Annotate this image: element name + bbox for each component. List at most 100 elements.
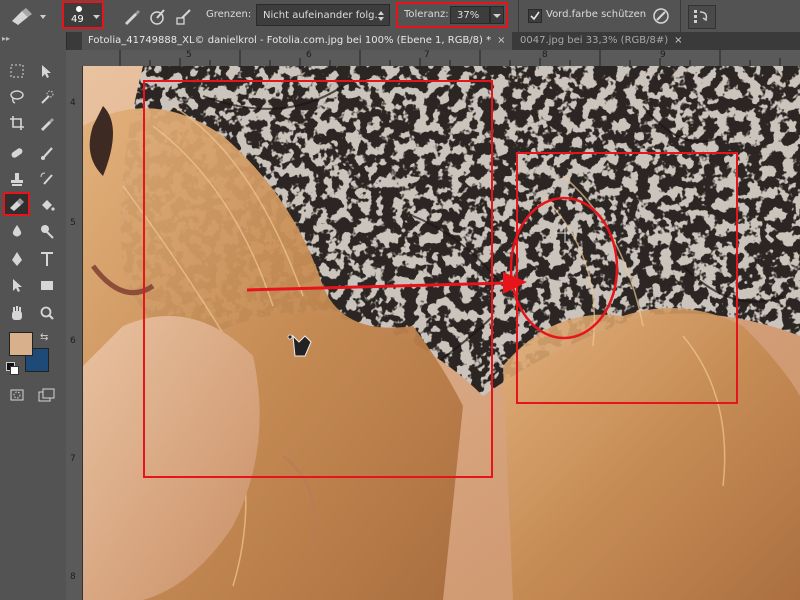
close-icon[interactable]: × (497, 35, 505, 46)
tool-preset-picker[interactable] (8, 5, 48, 27)
screen-mode-icon (38, 388, 55, 402)
bandage-icon (11, 148, 23, 158)
path-select-icon (13, 279, 22, 292)
zoom-tool[interactable] (35, 302, 59, 324)
horizontal-ruler: 5 6 7 8 9 (66, 50, 800, 67)
ruler-h-label: 9 (660, 50, 666, 60)
lasso-icon (10, 90, 24, 104)
pen-tool[interactable] (5, 248, 29, 270)
limits-label: Grenzen: (206, 9, 252, 20)
dodge-icon (41, 225, 54, 239)
screen-mode-button[interactable] (35, 384, 59, 406)
crop-icon (10, 116, 24, 130)
eyedropper-icon (41, 118, 54, 131)
tolerance-value: 37% (457, 9, 480, 21)
close-icon[interactable]: × (674, 35, 682, 46)
tab-label: 0047.jpg bei 33,3% (RGB/8#) (520, 35, 669, 46)
healing-brush-tool[interactable] (5, 142, 29, 164)
limits-value: Nicht aufeinander folg. (263, 9, 378, 21)
background-eraser-icon (9, 198, 24, 211)
toolbar-collapse[interactable]: ▸▸ (2, 34, 10, 43)
checkmark-icon (530, 11, 540, 21)
divider (518, 0, 519, 32)
vertical-ruler: 4 5 6 7 8 (66, 66, 83, 600)
eyedropper-background-icon (176, 9, 191, 25)
rectangle-tool[interactable] (35, 274, 59, 296)
blur-drop-icon (12, 225, 22, 237)
protect-foreground-label: Vord.farbe schützen (546, 9, 647, 20)
crop-tool[interactable] (5, 112, 29, 134)
history-icon (694, 10, 708, 23)
tolerance-input[interactable]: 37% (450, 6, 490, 24)
detail-target-box (516, 152, 738, 404)
type-icon (41, 252, 53, 266)
sampling-once-button[interactable] (148, 6, 168, 26)
pressure-size-button[interactable] (650, 5, 672, 27)
ruler-h-label: 6 (306, 50, 312, 60)
stamp-icon (11, 173, 23, 186)
type-tool[interactable] (35, 248, 59, 270)
options-bar: 49 Grenzen: Nicht aufeinander folg. Tole… (0, 0, 800, 33)
tolerance-slider-button[interactable] (490, 6, 504, 24)
ruler-v-label: 8 (70, 572, 76, 582)
quick-mask-icon (10, 389, 24, 401)
divider (680, 0, 681, 32)
history-panel-button[interactable] (688, 5, 716, 29)
sampling-background-button[interactable] (174, 6, 194, 26)
zoom-detail-box (143, 80, 493, 478)
sampling-continuous-button[interactable] (122, 6, 142, 26)
brush-dot-icon (76, 6, 82, 12)
chevron-down-icon (493, 14, 501, 18)
limits-dropdown[interactable]: Nicht aufeinander folg. (256, 4, 390, 26)
default-colors-icon[interactable] (6, 362, 19, 375)
protect-foreground-checkbox[interactable] (528, 9, 542, 23)
pen-icon (12, 252, 22, 266)
quick-mask-button[interactable] (5, 384, 29, 406)
brush-size-picker[interactable]: 49 (62, 1, 104, 29)
ruler-v-label: 5 (70, 218, 76, 228)
clone-stamp-tool[interactable] (5, 168, 29, 190)
path-selection-tool[interactable] (5, 274, 29, 296)
document-canvas[interactable] (83, 66, 800, 600)
ruler-ticks (119, 50, 781, 66)
hand-icon (12, 306, 22, 320)
tab-second-document[interactable]: 0047.jpg bei 33,3% (RGB/8#) × (514, 32, 694, 50)
blur-tool[interactable] (5, 220, 29, 242)
dodge-tool[interactable] (35, 220, 59, 242)
swap-colors-icon[interactable]: ⇆ (40, 332, 48, 343)
move-tool[interactable] (35, 60, 59, 82)
tablet-pressure-icon (653, 8, 669, 24)
hand-tool[interactable] (5, 302, 29, 324)
ruler-h-label: 8 (542, 50, 548, 60)
zoom-icon (40, 306, 54, 320)
foreground-color-swatch[interactable] (9, 332, 33, 356)
brush-icon (41, 147, 53, 160)
rect-marquee-icon (10, 64, 24, 78)
history-brush-tool[interactable] (35, 168, 59, 190)
tolerance-label: Toleranz: (404, 9, 449, 20)
tools-panel: ▸▸ ⇆ (0, 32, 67, 600)
history-brush-icon (40, 172, 53, 185)
ruler-v-label: 4 (70, 98, 76, 108)
ruler-h-label: 5 (186, 50, 192, 60)
ruler-v-label: 7 (70, 454, 76, 464)
tab-label: Fotolia_41749888_XL© danielkrol - Fotoli… (88, 35, 492, 46)
eyedropper-once-icon (150, 9, 165, 25)
background-eraser-tool[interactable] (3, 192, 30, 216)
lasso-tool[interactable] (5, 86, 29, 108)
eyedropper-sampling-icon (125, 10, 140, 25)
paint-bucket-icon (42, 200, 55, 211)
eyedropper-tool[interactable] (35, 112, 59, 134)
ruler-h-label: 7 (424, 50, 430, 60)
quick-selection-tool[interactable] (35, 86, 59, 108)
chevron-down-icon (93, 15, 100, 19)
rectangle-icon (41, 281, 53, 290)
tab-active-document[interactable]: Fotolia_41749888_XL© danielkrol - Fotoli… (82, 32, 512, 50)
brush-tool[interactable] (35, 142, 59, 164)
marquee-tool[interactable] (5, 60, 29, 82)
quick-selection-icon (41, 90, 54, 104)
paint-bucket-tool[interactable] (35, 194, 59, 216)
document-tabs: Fotolia_41749888_XL© danielkrol - Fotoli… (0, 32, 800, 50)
move-icon (42, 65, 51, 78)
updown-arrow-icon (378, 11, 384, 21)
